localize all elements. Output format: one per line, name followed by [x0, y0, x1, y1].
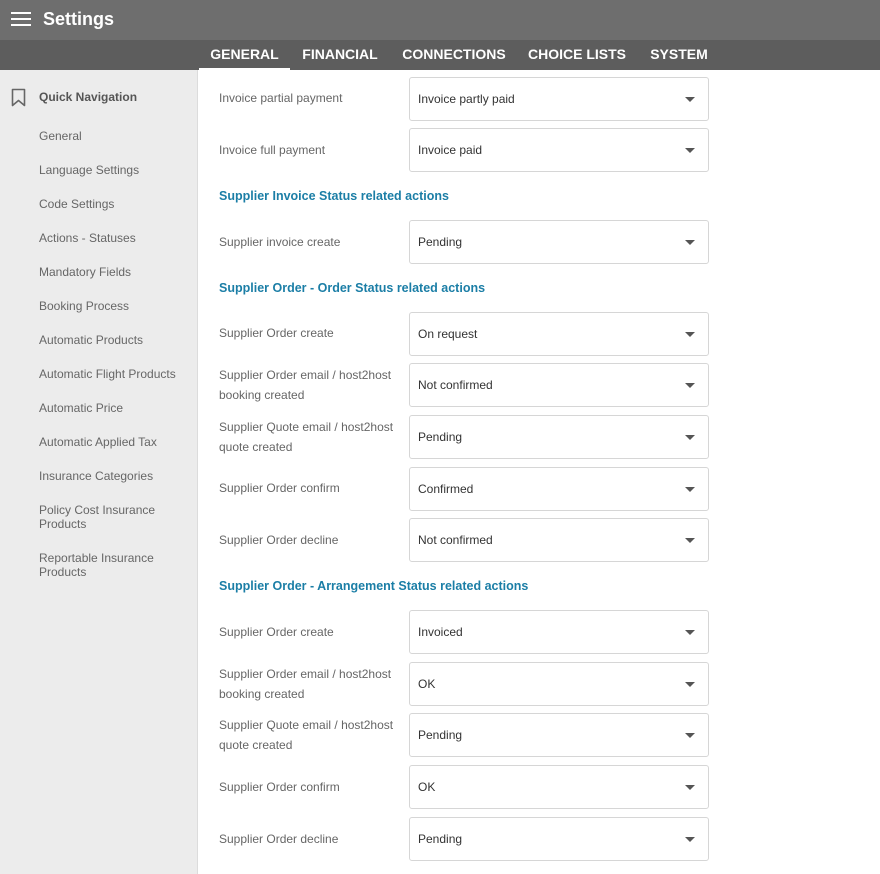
- dropdown-arrow-icon: [685, 487, 695, 492]
- tab-bar: GENERAL FINANCIAL CONNECTIONS CHOICE LIS…: [0, 40, 880, 70]
- dropdown-arrow-icon: [685, 785, 695, 790]
- field-label: Supplier Order confirm: [219, 780, 340, 794]
- arrangement-status-supplier-order-decline-select[interactable]: Pending: [409, 817, 709, 861]
- select-value: On request: [418, 327, 478, 341]
- select-value: Pending: [418, 430, 463, 444]
- tab-general[interactable]: GENERAL: [199, 40, 290, 70]
- sidebar-item-booking-process[interactable]: Booking Process: [39, 299, 189, 313]
- arrangement-status-supplier-order-confirm-select[interactable]: OK: [409, 765, 709, 809]
- field-label: Supplier Quote email / host2host quote c…: [219, 420, 394, 454]
- invoice-full-payment-select[interactable]: Invoice paid: [409, 128, 709, 172]
- field-label: Supplier Order decline: [219, 832, 339, 846]
- order-status-supplier-order-confirm-select[interactable]: Confirmed: [409, 467, 709, 511]
- dropdown-arrow-icon: [685, 383, 695, 388]
- field-label: Supplier Order email / host2host booking…: [219, 667, 392, 701]
- dropdown-arrow-icon: [685, 538, 695, 543]
- app-title: Settings: [43, 9, 115, 29]
- dropdown-arrow-icon: [685, 332, 695, 337]
- sidebar-item-insurance-categories[interactable]: Insurance Categories: [39, 469, 189, 483]
- sidebar-item-automatic-products[interactable]: Automatic Products: [39, 333, 189, 347]
- select-value: Confirmed: [418, 482, 474, 496]
- order-status-supplier-order-email-select[interactable]: Not confirmed: [409, 363, 709, 407]
- arrangement-status-supplier-order-create-select[interactable]: Invoiced: [409, 610, 709, 654]
- tab-connections[interactable]: CONNECTIONS: [390, 40, 518, 70]
- select-value: Invoiced: [418, 625, 463, 639]
- select-value: Pending: [418, 728, 463, 742]
- top-bar: Settings: [0, 0, 880, 40]
- field-label: Supplier Order create: [219, 326, 334, 340]
- tab-choice-lists[interactable]: CHOICE LISTS: [518, 40, 636, 70]
- select-value: OK: [418, 677, 436, 691]
- sidebar-item-automatic-applied-tax[interactable]: Automatic Applied Tax: [39, 435, 189, 449]
- sidebar-item-policy-cost-insurance-products[interactable]: Policy Cost Insurance Products: [39, 503, 169, 531]
- tab-financial[interactable]: FINANCIAL: [290, 40, 390, 70]
- select-value: Invoice paid: [418, 143, 483, 157]
- select-value: OK: [418, 780, 436, 794]
- field-label: Supplier Order create: [219, 625, 334, 639]
- sidebar-item-language-settings[interactable]: Language Settings: [39, 163, 189, 177]
- invoice-partial-payment-select[interactable]: Invoice partly paid: [409, 77, 709, 121]
- sidebar-item-automatic-price[interactable]: Automatic Price: [39, 401, 189, 415]
- field-label: Supplier Order email / host2host booking…: [219, 368, 392, 402]
- supplier-invoice-create-select[interactable]: Pending: [409, 220, 709, 264]
- quick-navigation-title: Quick Navigation: [39, 90, 138, 104]
- section-title-order-status: Supplier Order - Order Status related ac…: [219, 281, 486, 295]
- field-label: Supplier invoice create: [219, 235, 341, 249]
- select-value: Invoice partly paid: [418, 92, 515, 106]
- order-status-supplier-order-decline-select[interactable]: Not confirmed: [409, 518, 709, 562]
- dropdown-arrow-icon: [685, 148, 695, 153]
- section-title-supplier-invoice: Supplier Invoice Status related actions: [219, 189, 449, 203]
- settings-form: Invoice partial payment Invoice partly p…: [199, 70, 880, 874]
- field-label: Supplier Quote email / host2host quote c…: [219, 718, 394, 752]
- sidebar-item-actions-statuses[interactable]: Actions - Statuses: [39, 231, 189, 245]
- select-value: Pending: [418, 235, 463, 249]
- sidebar-item-automatic-flight-products[interactable]: Automatic Flight Products: [39, 367, 189, 381]
- field-label: Supplier Order confirm: [219, 481, 340, 495]
- dropdown-arrow-icon: [685, 733, 695, 738]
- field-label: Supplier Order decline: [219, 533, 339, 547]
- order-status-supplier-quote-email-select[interactable]: Pending: [409, 415, 709, 459]
- sidebar-item-code-settings[interactable]: Code Settings: [39, 197, 189, 211]
- section-title-arrangement-status: Supplier Order - Arrangement Status rela…: [219, 579, 529, 593]
- select-value: Pending: [418, 832, 463, 846]
- sidebar-item-mandatory-fields[interactable]: Mandatory Fields: [39, 265, 189, 279]
- arrangement-status-supplier-order-email-select[interactable]: OK: [409, 662, 709, 706]
- dropdown-arrow-icon: [685, 630, 695, 635]
- bookmark-icon: [11, 88, 26, 107]
- select-value: Not confirmed: [418, 533, 493, 547]
- field-label: Invoice full payment: [219, 143, 326, 157]
- order-status-supplier-order-create-select[interactable]: On request: [409, 312, 709, 356]
- dropdown-arrow-icon: [685, 682, 695, 687]
- sidebar-item-reportable-insurance-products[interactable]: Reportable Insurance Products: [39, 551, 169, 579]
- dropdown-arrow-icon: [685, 435, 695, 440]
- field-label: Invoice partial payment: [219, 91, 343, 105]
- tab-system[interactable]: SYSTEM: [636, 40, 722, 70]
- hamburger-menu-icon[interactable]: [11, 10, 31, 28]
- sidebar: Quick Navigation General Language Settin…: [0, 70, 198, 874]
- sidebar-item-general[interactable]: General: [39, 129, 189, 143]
- select-value: Not confirmed: [418, 378, 493, 392]
- arrangement-status-supplier-quote-email-select[interactable]: Pending: [409, 713, 709, 757]
- dropdown-arrow-icon: [685, 240, 695, 245]
- dropdown-arrow-icon: [685, 837, 695, 842]
- dropdown-arrow-icon: [685, 97, 695, 102]
